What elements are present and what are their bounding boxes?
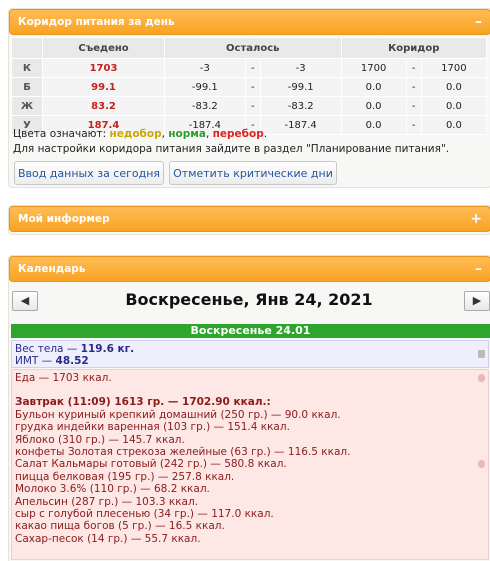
legend-prefix: Цвета означают: [13,128,110,140]
weight-box[interactable]: Вес тела — 119.6 кг. ИМТ — 48.52 [11,340,489,368]
eaten-value: 99.1 [42,77,165,97]
prev-day-button[interactable]: ◀ [12,291,38,311]
dash: - [405,77,422,97]
bmi-line: ИМТ — 48.52 [15,355,485,367]
list-item: пицца белковая (195 гр.) — 257.8 ккал. [15,470,235,483]
bmi-value: 48.52 [55,355,89,367]
dash: - [244,58,261,78]
eaten-header: Съедено [42,37,165,59]
left-max: -83.2 [259,96,342,116]
table-header-row: Съедено Осталось Коридор [11,37,488,59]
list-item: Сахар-песок (14 гр.) — 55.7 ккал. [15,532,201,545]
bmi-label: ИМТ — [15,355,56,367]
left-min: -83.2 [164,96,246,116]
mark-critical-days-button[interactable]: Отметить критические дни [169,161,337,185]
row-label: К [11,58,43,78]
list-item: Апельсин (287 гр.) — 103.3 ккал. [15,495,199,508]
dash: - [244,96,261,116]
food-total: Еда — 1703 ккал. [15,372,112,384]
date-title: Воскресенье, Янв 24, 2021 [125,290,373,309]
dash: - [405,96,422,116]
collapse-icon[interactable]: – [475,257,482,281]
list-item: Бульон куриный крепкий домашний (250 гр.… [15,408,341,421]
informer-panel-title: Мой информер [18,213,110,225]
row-label: Б [11,77,43,97]
expand-icon[interactable]: + [470,207,482,231]
table-row: Б 99.1 -99.1 - -99.1 0.0 - 0.0 [11,77,488,97]
list-item: сыр с голубой плесенью (34 гр.) — 117.0 … [15,508,274,521]
next-day-button[interactable]: ▶ [464,291,490,311]
informer-panel: Мой информер + [8,205,490,235]
dash: - [244,77,261,97]
dash: - [405,58,422,78]
row-label: Ж [11,96,43,116]
corr-min: 1700 [340,58,407,78]
weight-value: 119.6 кг. [80,343,135,355]
left-max: -3 [259,58,342,78]
corr-max: 0.0 [420,77,488,97]
corr-max: 1700 [420,58,488,78]
legend-over: перебор [212,128,264,140]
table-row: К 1703 -3 - -3 1700 - 1700 [11,58,488,78]
list-item: грудка индейки варенная (103 гр.) — 151.… [15,421,290,434]
list-item: конфеты Золотая стрекоза желейные (63 гр… [15,446,351,459]
corridor-panel-title: Коридор питания за день [18,16,175,28]
collapse-icon[interactable]: – [475,10,482,34]
legend-sep: , [205,128,213,140]
informer-panel-header[interactable]: Мой информер + [9,206,490,232]
breakfast-header: Завтрак (11:09) 1613 гр. — 1702.90 ккал.… [15,396,271,409]
corridor-table: Съедено Осталось Коридор К 1703 -3 - -3 … [11,37,488,135]
table-row: Ж 83.2 -83.2 - -83.2 0.0 - 0.0 [11,96,488,116]
eaten-value: 83.2 [42,96,165,116]
list-item: Яблоко (310 гр.) — 145.7 ккал. [15,433,185,446]
left-min: -99.1 [164,77,246,97]
edit-icon[interactable] [478,374,485,382]
corr-max: 0.0 [420,96,488,116]
calendar-panel-title: Календарь [18,263,86,275]
color-legend: Цвета означают: недобор, норма, перебор.… [13,127,449,157]
legend-end: . [263,128,268,140]
list-item: какао пища богов (5 гр.) — 16.5 ккал. [15,520,225,533]
corridor-panel-header[interactable]: Коридор питания за день – [9,9,490,35]
left-header: Осталось [164,37,342,59]
list-item: Молоко 3.6% (110 гр.) — 68.2 ккал. [15,483,210,496]
chevron-right-icon: ▶ [472,294,482,307]
edit-icon[interactable] [478,460,485,468]
corridor-hint: Для настройки коридора питания зайдите в… [13,143,450,155]
chevron-left-icon: ◀ [20,294,30,307]
edit-icon[interactable] [478,350,485,358]
left-min: -3 [164,58,246,78]
corr-min: 0.0 [340,96,407,116]
input-today-button[interactable]: Ввод данных за сегодня [14,161,164,185]
corridor-header: Коридор [340,37,488,59]
food-box[interactable]: Еда — 1703 ккал. Завтрак (11:09) 1613 гр… [11,369,489,560]
left-max: -99.1 [259,77,342,97]
list-item: Салат Кальмары готовый (242 гр.) — 580.8… [15,458,287,471]
row-label-header [11,37,43,59]
weight-label: Вес тела — [15,343,81,355]
corr-min: 0.0 [340,77,407,97]
legend-line: Цвета означают: недобор, норма, перебор. [13,127,449,142]
day-bar: Воскресенье 24.01 [11,324,490,338]
legend-norm: норма [168,128,206,140]
weight-line: Вес тела — 119.6 кг. [15,343,485,355]
calendar-panel-header[interactable]: Календарь – [9,256,490,282]
legend-under: недобор [109,128,162,140]
corridor-panel: Коридор питания за день – Съедено Остало… [8,8,490,188]
eaten-value: 1703 [42,58,165,78]
date-navigation: Воскресенье, Янв 24, 2021 ◀ ▶ [8,288,490,314]
